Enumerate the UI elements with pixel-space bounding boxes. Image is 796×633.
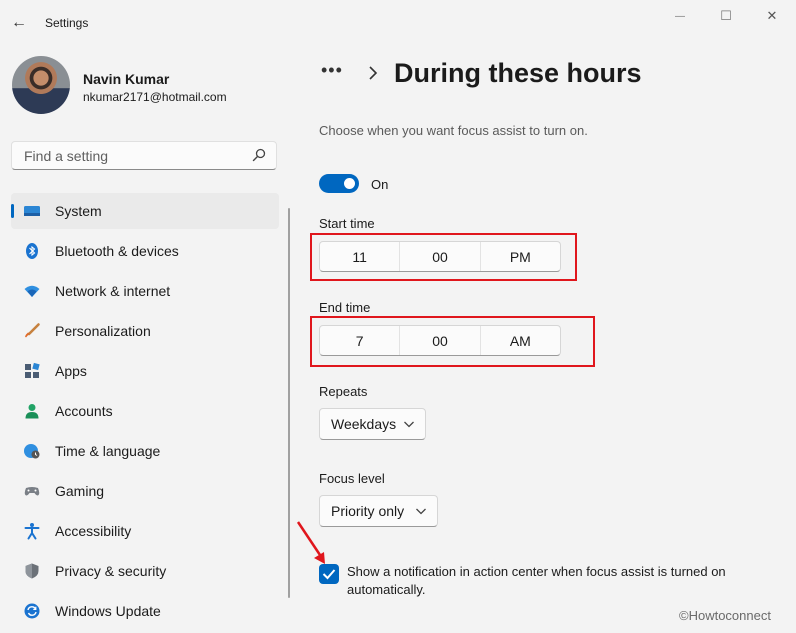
start-hour[interactable]: 11: [320, 242, 401, 271]
person-icon: [25, 404, 39, 419]
sidebar-scrollbar[interactable]: [288, 208, 290, 598]
accessibility-icon: [24, 523, 40, 540]
chevron-down-icon: [404, 421, 414, 428]
brush-icon: [25, 323, 40, 338]
back-arrow-icon: ←: [11, 14, 27, 31]
sidebar-item-privacy[interactable]: Privacy & security: [11, 553, 279, 589]
sidebar-item-label: Windows Update: [55, 603, 161, 619]
notification-checkbox-label[interactable]: Show a notification in action center whe…: [347, 563, 777, 599]
close-button[interactable]: ✕: [750, 4, 794, 28]
globe-clock-icon: [24, 444, 40, 459]
sidebar-item-label: Time & language: [55, 443, 161, 459]
toggle-state-label: On: [371, 177, 389, 192]
minimize-button[interactable]: —: [658, 4, 702, 28]
start-minute[interactable]: 00: [400, 242, 481, 271]
search-icon[interactable]: [252, 148, 266, 162]
sidebar-item-label: Network & internet: [55, 283, 171, 299]
sidebar-item-label: Accessibility: [55, 523, 132, 539]
app-title: Settings: [45, 16, 89, 30]
sidebar-item-system[interactable]: System: [11, 193, 279, 229]
sidebar-item-apps[interactable]: Apps: [11, 353, 279, 389]
search-input[interactable]: [22, 147, 246, 165]
focus-assist-toggle[interactable]: [319, 174, 359, 193]
sidebar-nav: System Bluetooth & devices Network & int…: [11, 193, 279, 633]
focus-level-dropdown[interactable]: Priority only: [319, 495, 438, 527]
end-time-label: End time: [319, 300, 371, 315]
repeats-value: Weekdays: [331, 416, 397, 432]
sidebar-item-windows-update[interactable]: Windows Update: [11, 593, 279, 629]
update-icon: [24, 603, 40, 619]
chevron-right-icon: [369, 66, 378, 80]
bluetooth-icon: [26, 243, 38, 259]
sidebar-item-accounts[interactable]: Accounts: [11, 393, 279, 429]
user-name: Navin Kumar: [83, 71, 170, 87]
wifi-icon: [24, 285, 40, 297]
breadcrumb-more-button[interactable]: •••: [321, 60, 343, 81]
red-arrow-annotation: [296, 521, 325, 564]
gamepad-icon: [24, 487, 40, 496]
sidebar-item-label: Gaming: [55, 483, 105, 499]
back-button[interactable]: ←: [8, 9, 30, 37]
close-icon: ✕: [766, 8, 778, 23]
page-title: During these hours: [394, 58, 642, 88]
repeats-dropdown[interactable]: Weekdays: [319, 408, 426, 440]
start-period[interactable]: PM: [481, 242, 560, 271]
end-period[interactable]: AM: [481, 326, 560, 355]
maximize-icon: ☐: [720, 8, 732, 23]
sidebar-item-label: Apps: [55, 363, 87, 379]
end-time-picker[interactable]: 7 00 AM: [319, 325, 561, 356]
maximize-button[interactable]: ☐: [704, 4, 748, 28]
sidebar-item-personalization[interactable]: Personalization: [11, 313, 279, 349]
chevron-down-icon: [416, 508, 426, 515]
repeats-label: Repeats: [319, 384, 368, 399]
sidebar-item-label: Privacy & security: [55, 563, 167, 579]
checkmark-icon: [322, 569, 336, 580]
apps-icon: [25, 362, 40, 378]
sidebar-item-label: System: [55, 203, 102, 219]
start-time-picker[interactable]: 11 00 PM: [319, 241, 561, 272]
title-bar: ← Settings — ☐ ✕: [0, 0, 796, 46]
focus-level-label: Focus level: [319, 471, 385, 486]
search-box[interactable]: [11, 141, 277, 170]
sidebar-item-label: Personalization: [55, 323, 151, 339]
avatar[interactable]: [12, 56, 70, 114]
page-description: Choose when you want focus assist to tur…: [319, 123, 588, 138]
sidebar-item-bluetooth[interactable]: Bluetooth & devices: [11, 233, 279, 269]
sidebar-item-label: Accounts: [55, 403, 113, 419]
sidebar-item-label: Bluetooth & devices: [55, 243, 179, 259]
sidebar-item-time-language[interactable]: Time & language: [11, 433, 279, 469]
end-hour[interactable]: 7: [320, 326, 401, 355]
sidebar-item-network[interactable]: Network & internet: [11, 273, 279, 309]
notification-checkbox[interactable]: [319, 564, 339, 584]
watermark: ©Howtoconnect: [679, 608, 771, 623]
start-time-label: Start time: [319, 216, 375, 231]
focus-level-value: Priority only: [331, 503, 405, 519]
minimize-icon: —: [675, 10, 685, 22]
sidebar-item-accessibility[interactable]: Accessibility: [11, 513, 279, 549]
user-email: nkumar2171@hotmail.com: [83, 90, 227, 104]
sidebar-item-gaming[interactable]: Gaming: [11, 473, 279, 509]
shield-icon: [25, 563, 39, 579]
end-minute[interactable]: 00: [400, 326, 481, 355]
system-icon: [24, 206, 40, 216]
